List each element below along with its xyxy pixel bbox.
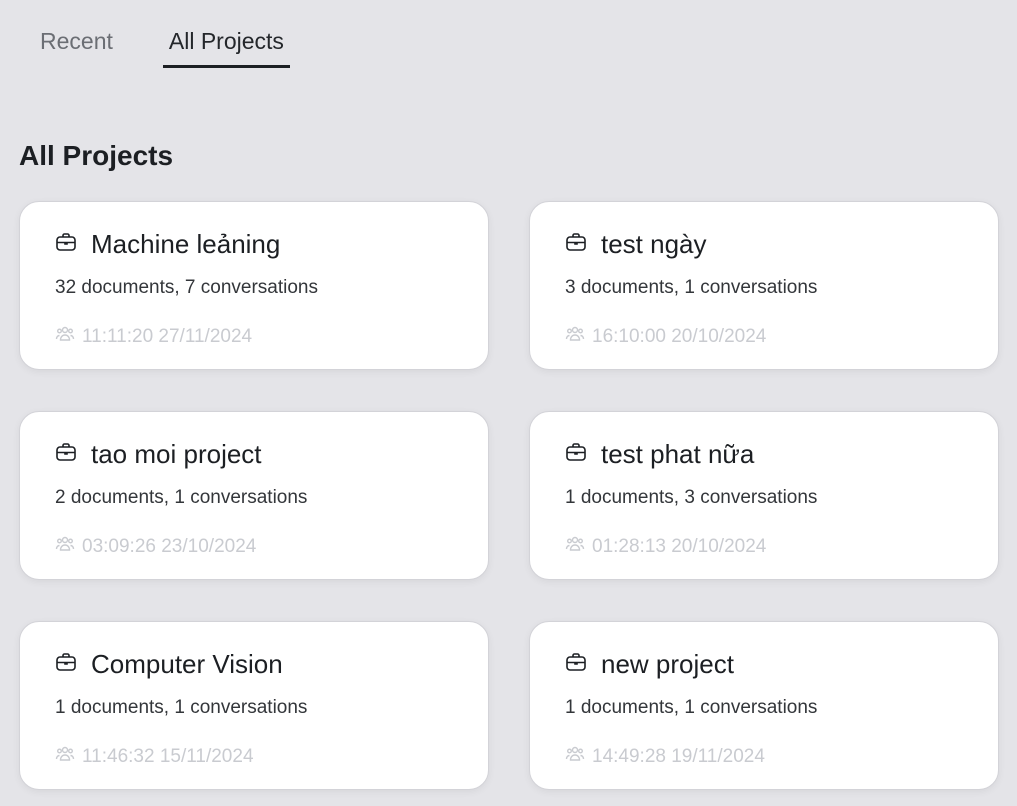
users-icon — [55, 745, 75, 769]
briefcase-icon — [565, 229, 587, 260]
project-stats: 2 documents, 1 conversations — [55, 487, 308, 508]
project-card[interactable]: new project 1 documents, 1 conversations… — [529, 621, 999, 790]
project-card[interactable]: Computer Vision 1 documents, 1 conversat… — [19, 621, 489, 790]
project-stats: 1 documents, 1 conversations — [55, 697, 308, 718]
users-icon — [565, 325, 585, 349]
project-card[interactable]: test ngày 3 documents, 1 conversations 1… — [529, 201, 999, 370]
project-card[interactable]: Machine leảning 32 documents, 7 conversa… — [19, 201, 489, 370]
project-name: test phat nữa — [601, 439, 755, 469]
project-card[interactable]: test phat nữa 1 documents, 3 conversatio… — [529, 411, 999, 580]
users-icon — [565, 745, 585, 769]
project-stats: 32 documents, 7 conversations — [55, 277, 318, 298]
project-name: Computer Vision — [91, 649, 283, 679]
users-icon — [55, 535, 75, 559]
tab-all-projects[interactable]: All Projects — [162, 26, 290, 68]
tab-recent[interactable]: Recent — [40, 26, 113, 68]
page-title: All Projects — [19, 140, 174, 171]
briefcase-icon — [565, 439, 587, 470]
briefcase-icon — [55, 649, 77, 680]
project-card[interactable]: tao moi project 2 documents, 1 conversat… — [19, 411, 489, 580]
project-stats: 1 documents, 3 conversations — [565, 487, 818, 508]
project-name: new project — [601, 649, 734, 679]
users-icon — [55, 325, 75, 349]
project-name: Machine leảning — [91, 229, 281, 259]
briefcase-icon — [565, 649, 587, 680]
project-stats: 3 documents, 1 conversations — [565, 277, 818, 298]
users-icon — [565, 535, 585, 559]
project-timestamp: 03:09:26 23/10/2024 — [82, 536, 257, 557]
briefcase-icon — [55, 439, 77, 470]
project-timestamp: 01:28:13 20/10/2024 — [592, 536, 767, 557]
project-timestamp: 14:49:28 19/11/2024 — [592, 746, 765, 767]
project-timestamp: 16:10:00 20/10/2024 — [592, 326, 767, 347]
project-name: tao moi project — [91, 439, 262, 469]
project-timestamp: 11:11:20 27/11/2024 — [82, 326, 253, 347]
project-name: test ngày — [601, 229, 707, 259]
briefcase-icon — [55, 229, 77, 260]
tab-bar: Recent All Projects — [40, 26, 290, 68]
project-timestamp: 11:46:32 15/11/2024 — [82, 746, 254, 767]
project-stats: 1 documents, 1 conversations — [565, 697, 818, 718]
